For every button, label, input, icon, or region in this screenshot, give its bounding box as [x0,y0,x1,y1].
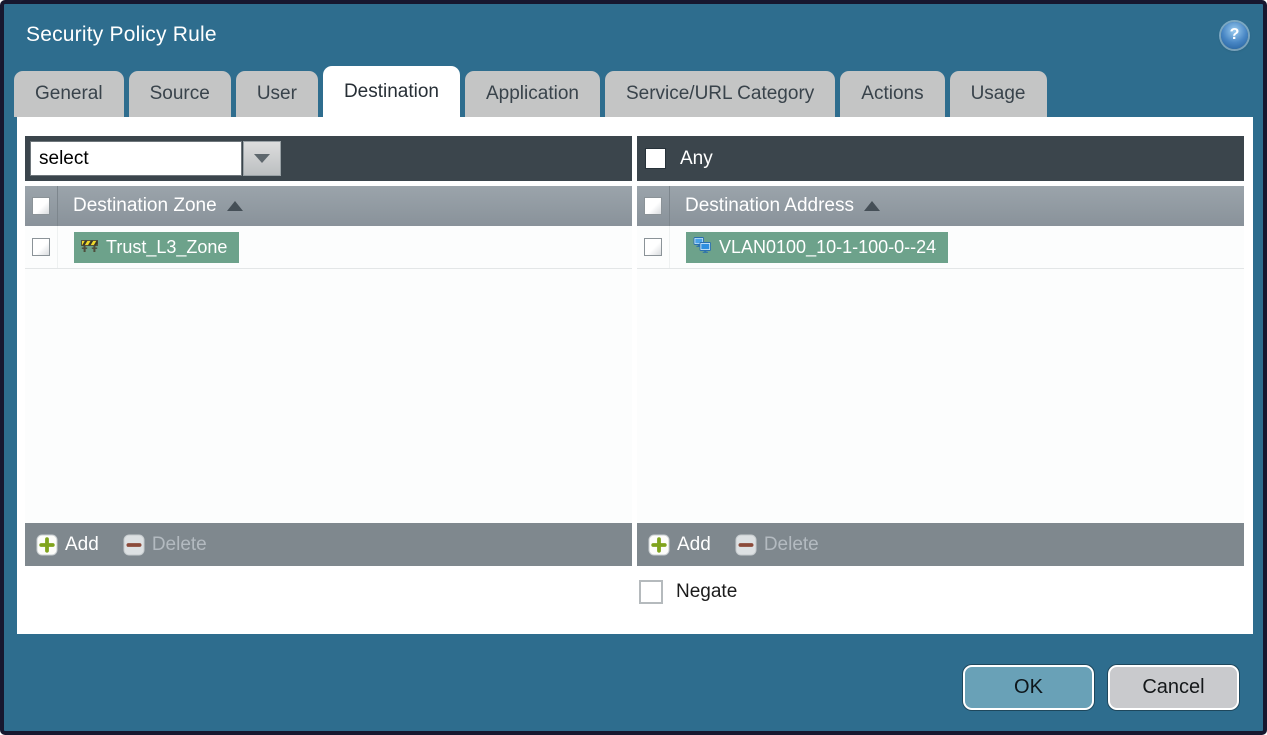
negate-checkbox[interactable] [639,580,663,604]
zone-row[interactable]: Trust_L3_Zone [25,226,632,269]
tab-actions[interactable]: Actions [840,71,945,117]
destination-zone-panel: Destination Zone [25,136,632,566]
tab-strip: General Source User Destination Applicat… [4,66,1263,117]
dialog-footer: OK Cancel [4,634,1263,731]
address-add-button[interactable]: Add [648,534,711,556]
any-checkbox[interactable] [645,148,666,169]
zone-list: Trust_L3_Zone [25,226,632,523]
zone-filter-dropdown-button[interactable] [243,141,281,176]
sort-asc-icon [226,201,243,211]
title-bar: Security Policy Rule ? [4,4,1263,66]
tab-usage[interactable]: Usage [949,71,1047,117]
tab-service-url-category[interactable]: Service/URL Category [604,71,836,117]
address-select-all-checkbox[interactable] [644,197,662,215]
zone-chip[interactable]: Trust_L3_Zone [74,231,240,263]
tab-user[interactable]: User [235,71,318,117]
any-label: Any [680,147,713,169]
help-icon[interactable]: ? [1221,21,1248,49]
cancel-button[interactable]: Cancel [1108,665,1239,710]
tab-source[interactable]: Source [128,71,231,117]
destination-address-panel: Any Destination Address VLAN0100_10-1-10… [637,136,1244,566]
tab-application[interactable]: Application [465,71,600,117]
address-chip[interactable]: VLAN0100_10-1-100-0--24 [686,231,949,263]
address-footer: Add Delete [637,523,1244,566]
dialog-title: Security Policy Rule [26,23,217,46]
security-policy-rule-dialog: Security Policy Rule ? General Source Us… [0,0,1267,735]
zone-column-header: Destination Zone [25,186,632,226]
address-column-title[interactable]: Destination Address [685,195,880,217]
negate-label: Negate [676,581,738,602]
ok-button[interactable]: OK [963,665,1094,710]
zone-footer: Add Delete [25,523,632,566]
destination-tab-content: Destination Zone [17,117,1253,634]
address-list: VLAN0100_10-1-100-0--24 [637,226,1244,523]
zone-name: Trust_L3_Zone [106,236,228,257]
zone-icon [81,237,98,258]
address-icon [693,236,711,258]
address-row[interactable]: VLAN0100_10-1-100-0--24 [637,226,1244,269]
tab-general[interactable]: General [14,71,124,117]
zone-add-button[interactable]: Add [36,534,99,556]
zone-toolbar [25,136,632,181]
delete-icon [735,534,757,555]
zone-select-all-checkbox[interactable] [32,197,50,215]
add-icon [648,534,670,555]
address-name: VLAN0100_10-1-100-0--24 [719,236,937,257]
address-row-checkbox[interactable] [644,238,662,256]
zone-filter-input[interactable] [30,141,242,176]
zone-delete-button[interactable]: Delete [123,534,207,556]
tab-destination[interactable]: Destination [322,66,460,117]
address-column-header: Destination Address [637,186,1244,226]
address-delete-button[interactable]: Delete [735,534,819,556]
add-icon [36,534,58,555]
sort-asc-icon [864,201,880,211]
zone-row-checkbox[interactable] [32,238,50,256]
delete-icon [123,534,145,555]
negate-row: Negate [25,580,1244,604]
address-toolbar: Any [637,136,1244,181]
zone-column-title[interactable]: Destination Zone [73,195,243,217]
zone-filter-combobox [30,141,281,176]
chevron-down-icon [254,154,270,163]
